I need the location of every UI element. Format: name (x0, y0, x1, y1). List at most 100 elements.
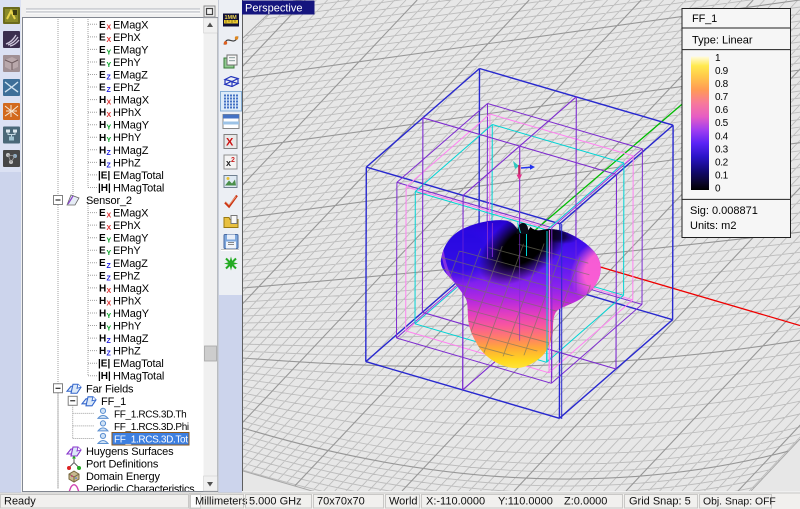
svg-text:HPhZ: HPhZ (113, 346, 141, 358)
svg-text:2: 2 (231, 157, 235, 164)
svg-text:E: E (99, 271, 106, 282)
svg-text:Port Definitions: Port Definitions (86, 459, 159, 471)
svg-text:X: X (107, 100, 112, 107)
svg-text:HMagX: HMagX (113, 95, 150, 107)
svg-text:EMagY: EMagY (113, 233, 149, 245)
svg-text:0.5: 0.5 (715, 118, 729, 129)
svg-text:Z:0.0000: Z:0.0000 (564, 496, 607, 508)
svg-text:E: E (99, 58, 106, 69)
svg-text:Y: Y (107, 238, 112, 245)
svg-text:X: X (107, 112, 112, 119)
svg-text:E: E (99, 83, 106, 94)
svg-text:Y: Y (107, 137, 112, 144)
svg-text:EPhZ: EPhZ (113, 270, 140, 282)
svg-text:Ready: Ready (4, 496, 36, 508)
svg-text:Huygens Surfaces: Huygens Surfaces (86, 446, 174, 458)
svg-text:Y: Y (107, 313, 112, 320)
svg-text:H: H (99, 145, 106, 156)
svg-text:0.6: 0.6 (715, 105, 729, 116)
svg-text:H: H (99, 296, 106, 307)
svg-text:EMagZ: EMagZ (113, 258, 148, 270)
svg-text:Perspective: Perspective (245, 3, 302, 15)
svg-text:E: E (99, 208, 106, 219)
svg-text:Grid Snap: 5: Grid Snap: 5 (629, 496, 691, 508)
svg-text:E: E (99, 45, 106, 56)
svg-text:H: H (99, 283, 106, 294)
svg-text:Z: Z (107, 87, 112, 94)
svg-text:H: H (99, 120, 106, 131)
svg-text:1MM: 1MM (225, 15, 238, 21)
svg-text:HPhY: HPhY (113, 132, 142, 144)
svg-text:EPhX: EPhX (113, 220, 141, 232)
svg-text:E: E (99, 258, 106, 269)
svg-text:Obj. Snap: OFF: Obj. Snap: OFF (703, 497, 776, 508)
svg-text:HMagTotal: HMagTotal (113, 371, 164, 383)
svg-text:Y:110.0000: Y:110.0000 (498, 496, 553, 508)
svg-text:World: World (389, 496, 418, 508)
svg-text:HPhX: HPhX (113, 107, 142, 119)
svg-text:H: H (99, 108, 106, 119)
svg-text:0.1: 0.1 (715, 170, 729, 181)
svg-text:Sensor_2: Sensor_2 (86, 195, 132, 207)
svg-text:HPhZ: HPhZ (113, 157, 141, 169)
svg-text:HMagX: HMagX (113, 283, 150, 295)
svg-text:EMagX: EMagX (113, 19, 149, 31)
svg-text:HMagZ: HMagZ (113, 333, 149, 345)
svg-text:E: E (99, 32, 106, 43)
svg-text:HMagZ: HMagZ (113, 145, 149, 157)
svg-text:0.9: 0.9 (715, 66, 729, 77)
svg-text:Sig: 0.008871: Sig: 0.008871 (690, 205, 758, 217)
svg-text:E: E (99, 20, 106, 31)
svg-text:Y: Y (107, 125, 112, 132)
svg-text:|E|: |E| (98, 170, 110, 181)
svg-text:EMagY: EMagY (113, 44, 149, 56)
svg-text:0.3: 0.3 (715, 144, 729, 155)
svg-text:H: H (99, 346, 106, 357)
svg-text:Domain Energy: Domain Energy (86, 471, 161, 483)
svg-text:Far Fields: Far Fields (86, 383, 134, 395)
svg-text:EMagZ: EMagZ (113, 70, 148, 82)
svg-text:Y: Y (107, 250, 112, 257)
svg-text:HMagY: HMagY (113, 308, 150, 320)
svg-text:Z: Z (107, 263, 112, 270)
svg-text:EMagX: EMagX (113, 208, 149, 220)
svg-text:E: E (99, 233, 106, 244)
svg-text:FF_1: FF_1 (101, 396, 126, 408)
svg-text:EMagTotal: EMagTotal (113, 170, 164, 182)
svg-text:H: H (99, 158, 106, 169)
svg-text:70x70x70: 70x70x70 (317, 496, 365, 508)
svg-text:Y: Y (107, 326, 112, 333)
svg-text:X: X (107, 288, 112, 295)
svg-text:H: H (99, 133, 106, 144)
svg-text:|H|: |H| (98, 183, 111, 194)
svg-text:Units: m2: Units: m2 (690, 220, 736, 232)
svg-text:0: 0 (715, 184, 721, 195)
svg-text:0.8: 0.8 (715, 79, 729, 90)
svg-text:Z: Z (107, 150, 112, 157)
svg-text:E: E (99, 246, 106, 257)
svg-text:Z: Z (107, 162, 112, 169)
svg-text:FF_1.RCS.3D.Phi: FF_1.RCS.3D.Phi (114, 422, 189, 433)
svg-text:X: X (107, 300, 112, 307)
svg-text:H: H (99, 309, 106, 320)
svg-text:Z: Z (107, 275, 112, 282)
svg-text:1: 1 (715, 53, 721, 64)
svg-text:Type: Linear: Type: Linear (692, 35, 753, 47)
svg-text:0.2: 0.2 (715, 157, 729, 168)
svg-text:|E|: |E| (98, 359, 110, 370)
svg-text:Y: Y (107, 49, 112, 56)
svg-text:EPhY: EPhY (113, 245, 141, 257)
svg-text:0.4: 0.4 (715, 131, 729, 142)
svg-text:Z: Z (107, 351, 112, 358)
svg-text:HMagY: HMagY (113, 120, 150, 132)
svg-text:EMagTotal: EMagTotal (113, 358, 164, 370)
svg-text:HPhX: HPhX (113, 295, 142, 307)
svg-text:H: H (99, 334, 106, 345)
svg-text:FF_1.RCS.3D.Tot: FF_1.RCS.3D.Tot (114, 435, 188, 446)
svg-text:H: H (99, 321, 106, 332)
svg-text:X: X (107, 37, 112, 44)
svg-text:E: E (99, 70, 106, 81)
svg-text:FF_1.RCS.3D.Th: FF_1.RCS.3D.Th (114, 409, 186, 420)
svg-text:Z: Z (107, 75, 112, 82)
svg-text:X: X (107, 213, 112, 220)
